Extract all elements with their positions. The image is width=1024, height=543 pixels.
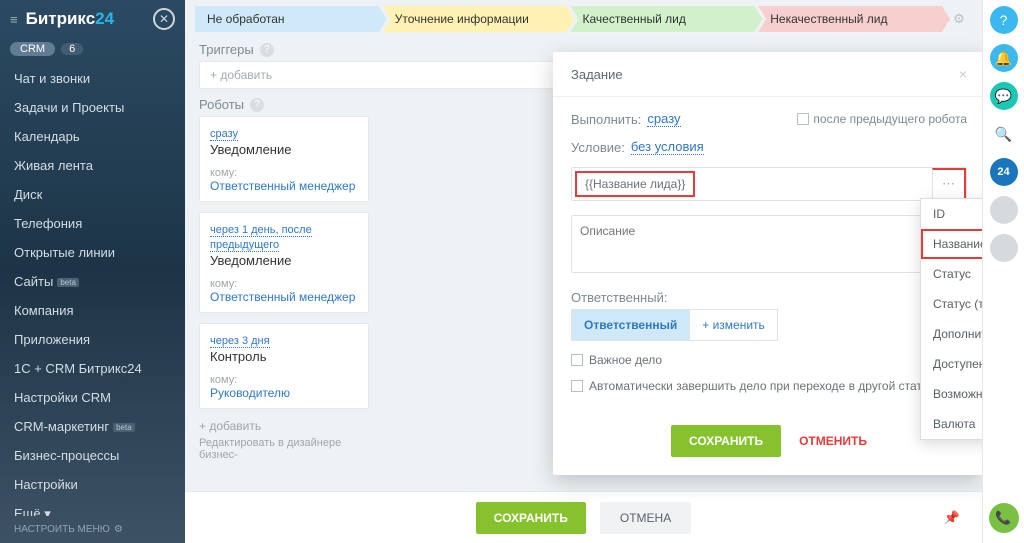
sidebar-item[interactable]: Ещё ▾ xyxy=(0,499,185,516)
sidebar: ≡ Битрикс24 ✕ CRM 6 Чат и звонкиЗадачи и… xyxy=(0,0,185,543)
logo: Битрикс24 xyxy=(26,9,115,29)
field-picker-button[interactable]: ⋯ xyxy=(932,168,966,200)
responsible-change[interactable]: + изменить xyxy=(689,309,778,341)
bottom-bar: СОХРАНИТЬ ОТМЕНА 📌 xyxy=(185,491,982,543)
sidebar-item[interactable]: Чат и звонки xyxy=(0,64,185,93)
dropdown-item[interactable]: Статус xyxy=(921,259,982,289)
avatar[interactable] xyxy=(990,196,1018,224)
help-icon[interactable]: ? xyxy=(260,43,274,57)
add-robot[interactable]: + добавить xyxy=(199,419,369,433)
sidebar-item[interactable]: Диск xyxy=(0,180,185,209)
robot-sublabel: кому: xyxy=(210,278,358,290)
sidebar-item[interactable]: Компания xyxy=(0,296,185,325)
autocomplete-label: Автоматически завершить дело при переход… xyxy=(589,379,934,393)
sidebar-item[interactable]: Календарь xyxy=(0,122,185,151)
avatar[interactable] xyxy=(990,234,1018,262)
stage-2[interactable]: Уточнение информации xyxy=(383,6,575,32)
task-modal: Задание × Выполнить: сразу после предыду… xyxy=(553,52,982,475)
gear-icon: ⚙ xyxy=(114,524,123,535)
after-checkbox[interactable] xyxy=(797,113,809,125)
b24-icon[interactable]: 24 xyxy=(990,158,1018,186)
robot-title: Уведомление xyxy=(210,253,358,268)
sidebar-item[interactable]: CRM-маркетингbeta xyxy=(0,412,185,441)
sidebar-item[interactable]: Телефония xyxy=(0,209,185,238)
pin-icon[interactable]: 📌 xyxy=(944,510,960,526)
stage-3[interactable]: Качественный лид xyxy=(571,6,763,32)
field-dropdown: IDНазвание лидаСтатусСтатус (текст)Допол… xyxy=(920,198,982,440)
designer-note: Редактировать в дизайнере бизнес- xyxy=(199,437,369,461)
title-input[interactable]: {{Название лида}} ⋯ xyxy=(571,167,967,201)
dropdown-item[interactable]: Валюта xyxy=(921,409,982,439)
crm-badge[interactable]: CRM xyxy=(10,42,55,56)
important-checkbox[interactable] xyxy=(571,354,583,366)
robot-card[interactable]: через 3 дняКонтроль кому:Руководителю xyxy=(199,323,369,409)
robot-link[interactable]: Ответственный менеджер xyxy=(210,179,358,193)
stage-1[interactable]: Не обработан xyxy=(195,6,387,32)
dropdown-item[interactable]: Название лида xyxy=(921,229,982,259)
dropdown-item[interactable]: Доступен для всех xyxy=(921,349,982,379)
dropdown-item[interactable]: Возможная сумма сделки xyxy=(921,379,982,409)
execute-label: Выполнить: xyxy=(571,112,641,127)
robot-card[interactable]: сразуУведомление кому:Ответственный менед… xyxy=(199,116,369,202)
title-field-value: {{Название лида}} xyxy=(575,171,695,197)
main-area: Не обработан Уточнение информации Качест… xyxy=(185,0,982,543)
responsible-chip[interactable]: Ответственный xyxy=(571,309,689,341)
notifications-icon[interactable]: 🔔 xyxy=(990,44,1018,72)
sidebar-item[interactable]: 1С + CRM Битрикс24 xyxy=(0,354,185,383)
sidebar-item[interactable]: Бизнес-процессы xyxy=(0,441,185,470)
close-icon[interactable]: ✕ xyxy=(153,8,175,30)
modal-close-icon[interactable]: × xyxy=(959,66,967,82)
help-icon[interactable]: ? xyxy=(990,6,1018,34)
sidebar-item[interactable]: Задачи и Проекты xyxy=(0,93,185,122)
crm-count: 6 xyxy=(61,43,83,55)
configure-menu[interactable]: НАСТРОИТЬ МЕНЮ⚙ xyxy=(0,516,185,543)
modal-cancel-button[interactable]: ОТМЕНИТЬ xyxy=(799,425,867,457)
sidebar-item[interactable]: Сайтыbeta xyxy=(0,267,185,296)
execute-value[interactable]: сразу xyxy=(647,111,680,127)
responsible-label: Ответственный: xyxy=(571,290,961,305)
dropdown-item[interactable]: Дополнительно о статусе xyxy=(921,319,982,349)
menu-icon[interactable]: ≡ xyxy=(10,12,18,27)
help-icon[interactable]: ? xyxy=(250,98,264,112)
robot-sublabel: кому: xyxy=(210,374,358,386)
autocomplete-checkbox[interactable] xyxy=(571,380,583,392)
robot-time[interactable]: через 1 день, после предыдущего xyxy=(210,224,312,252)
dropdown-item[interactable]: ID xyxy=(921,199,982,229)
chat-icon[interactable]: 💬 xyxy=(990,82,1018,110)
page-cancel-button[interactable]: ОТМЕНА xyxy=(600,502,691,534)
page-save-button[interactable]: СОХРАНИТЬ xyxy=(476,502,586,534)
robot-time[interactable]: сразу xyxy=(210,128,238,141)
robot-card[interactable]: через 1 день, после предыдущегоУведомлен… xyxy=(199,212,369,313)
robot-title: Уведомление xyxy=(210,142,358,157)
right-rail: ? 🔔 💬 🔍 24 📞 xyxy=(982,0,1024,543)
modal-save-button[interactable]: СОХРАНИТЬ xyxy=(671,425,781,457)
sidebar-item[interactable]: Приложения xyxy=(0,325,185,354)
condition-value[interactable]: без условия xyxy=(631,139,704,155)
sidebar-item[interactable]: Настройки xyxy=(0,470,185,499)
condition-label: Условие: xyxy=(571,140,625,155)
sidebar-item[interactable]: Живая лента xyxy=(0,151,185,180)
important-label: Важное дело xyxy=(589,353,662,367)
call-icon[interactable]: 📞 xyxy=(989,503,1019,533)
modal-title: Задание xyxy=(571,67,623,82)
sidebar-item[interactable]: Открытые линии xyxy=(0,238,185,267)
dropdown-item[interactable]: Статус (текст) xyxy=(921,289,982,319)
robot-link[interactable]: Руководителю xyxy=(210,386,358,400)
robot-sublabel: кому: xyxy=(210,167,358,179)
sidebar-item[interactable]: Настройки CRM xyxy=(0,383,185,412)
robot-time[interactable]: через 3 дня xyxy=(210,335,270,348)
search-icon[interactable]: 🔍 xyxy=(990,120,1018,148)
stage-4[interactable]: Некачественный лид xyxy=(758,6,950,32)
description-input[interactable] xyxy=(571,215,967,273)
robot-title: Контроль xyxy=(210,349,358,364)
after-label: после предыдущего робота xyxy=(813,112,967,126)
robot-link[interactable]: Ответственный менеджер xyxy=(210,290,358,304)
